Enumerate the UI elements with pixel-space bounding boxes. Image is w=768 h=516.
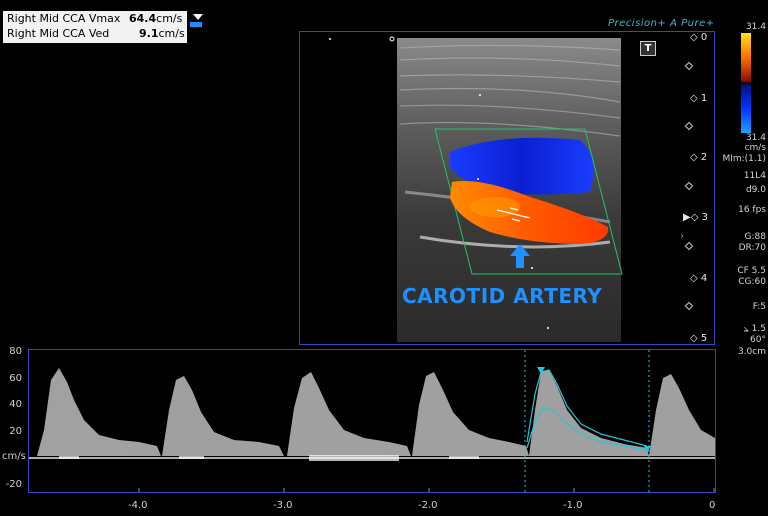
x-tick-neg4: -4.0 xyxy=(128,500,148,511)
mi-index: MIm:(1.1) xyxy=(722,154,766,164)
measurement-ved: Right Mid CCA Ved 9.1cm/s xyxy=(3,26,187,41)
color-scale-unit: cm/s xyxy=(744,143,766,153)
measurement-vmax: Right Mid CCA Vmax 64.4cm/s xyxy=(3,11,187,26)
measurement-label: Right Mid CCA Vmax xyxy=(7,12,121,25)
y-tick-neg20: -20 xyxy=(5,479,22,490)
depth-label: d9.0 xyxy=(745,185,766,195)
depth-mark-1: ◇ 1 xyxy=(690,93,708,104)
depth-mark-0: ◇ 0 xyxy=(690,32,708,43)
measurement-unit: cm/s xyxy=(158,27,185,40)
measurement-value: 9.1 xyxy=(139,27,159,40)
color-scale-top: 31.4 xyxy=(745,22,766,32)
fps-label: 16 fps xyxy=(738,205,766,215)
angle-label: 60° xyxy=(750,335,766,345)
gain-label: G:88 xyxy=(744,232,766,242)
measurement-unit: cm/s xyxy=(156,12,183,25)
color-bar xyxy=(741,33,751,133)
x-tick-neg2: -2.0 xyxy=(418,500,438,511)
filter-label: F:5 xyxy=(752,302,766,312)
measurement-box: Right Mid CCA Vmax 64.4cm/s Right Mid CC… xyxy=(3,11,187,43)
measurement-marker xyxy=(190,22,202,27)
caption-carotid-artery: CAROTID ARTERY xyxy=(402,284,603,308)
y-tick-80: 80 xyxy=(9,346,22,357)
brand-logo: Precision+ A Pure+ xyxy=(608,18,715,29)
t-marker-icon[interactable]: T xyxy=(640,41,656,56)
dynamic-range-label: DR:70 xyxy=(738,243,766,253)
y-unit-label: cm/s xyxy=(2,451,26,462)
dropdown-triangle-icon[interactable] xyxy=(193,14,203,20)
measurement-value: 64.4 xyxy=(129,12,157,25)
y-tick-40: 40 xyxy=(9,399,22,410)
focus-chevron-icon: › xyxy=(680,231,684,242)
x-tick-neg3: -3.0 xyxy=(273,500,293,511)
x-tick-0: 0 xyxy=(709,500,716,511)
color-scale-bottom: 31.4 xyxy=(745,133,766,143)
measurement-label: Right Mid CCA Ved xyxy=(7,27,110,40)
color-frequency-label: CF 5.5 xyxy=(737,266,766,276)
y-tick-60: 60 xyxy=(9,373,22,384)
scale-value-label: ⦥ 1.5 xyxy=(743,324,766,334)
y-tick-20: 20 xyxy=(9,426,22,437)
doppler-spectrum-frame[interactable] xyxy=(28,349,716,493)
probe-label: 11L4 xyxy=(743,171,766,181)
x-tick-neg1: -1.0 xyxy=(563,500,583,511)
color-gain-label: CG:60 xyxy=(738,277,766,287)
doppler-spectrum xyxy=(29,350,715,492)
